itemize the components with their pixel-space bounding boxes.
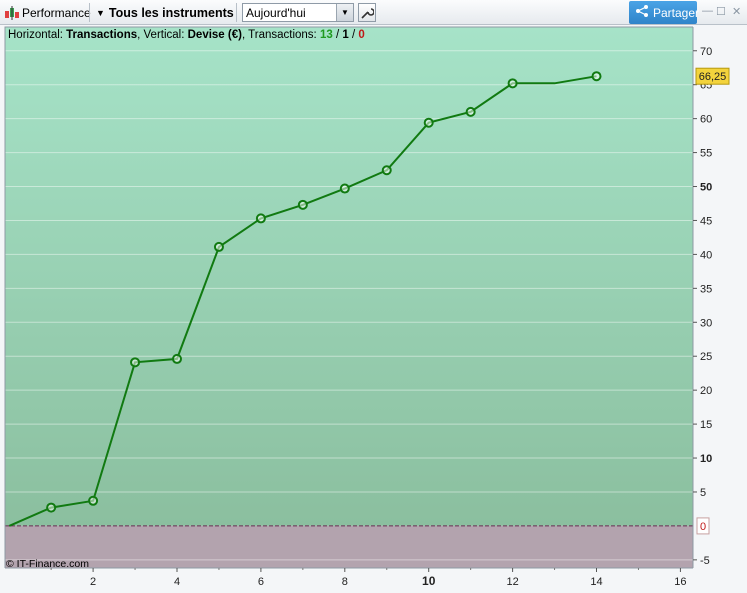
data-point — [130, 357, 141, 368]
header-vertical-value: Devise (€) — [188, 29, 243, 41]
y-tick-label: -5 — [700, 555, 710, 567]
data-point — [297, 199, 308, 210]
minimize-icon[interactable]: — — [702, 5, 713, 17]
share-icon — [635, 4, 649, 21]
period-select[interactable]: Aujourd'hui ▼ — [242, 3, 354, 22]
x-tick-label: 8 — [342, 576, 348, 588]
toolbar: Performance ▼ Tous les instruments Aujou… — [0, 0, 747, 25]
y-tick-label: 35 — [700, 283, 712, 295]
data-point — [213, 241, 224, 252]
header-slash: / — [349, 29, 359, 41]
instruments-dropdown[interactable]: ▼ Tous les instruments — [96, 0, 234, 25]
y-tick-label: 5 — [700, 487, 706, 499]
data-point — [172, 353, 182, 364]
performance-chart-icon — [4, 0, 20, 25]
data-point — [591, 71, 602, 82]
performance-chart: -55101520253035404550556065702 4 6 8 10 12 14 1… — [0, 25, 747, 593]
share-button[interactable]: Partager — [629, 1, 700, 24]
settings-wrench-button[interactable] — [358, 3, 376, 22]
x-tick-label: 6 — [258, 576, 264, 588]
x-tick-label: 4 — [174, 576, 180, 588]
chevron-down-icon[interactable]: ▼ — [336, 4, 353, 21]
header-slash: / — [333, 29, 343, 41]
header-transactions-losses: 0 — [358, 29, 364, 41]
y-tick-label: 20 — [700, 385, 712, 397]
y-tick-label: 50 — [700, 182, 712, 194]
data-point — [507, 78, 518, 89]
copyright-label: © IT-Finance.com — [6, 558, 89, 570]
y-tick-label: 25 — [700, 351, 712, 363]
chart-header: Horizontal: Transactions, Vertical: Devi… — [8, 29, 365, 41]
header-transactions-prefix: , Transactions: — [242, 29, 320, 41]
toolbar-divider — [89, 3, 90, 22]
x-tick-label: 2 — [90, 576, 96, 588]
header-transactions-total: 13 — [320, 29, 333, 41]
share-label: Partager — [653, 5, 700, 20]
y-tick-label: 10 — [700, 453, 712, 465]
negative-region — [5, 525, 693, 568]
data-point — [88, 495, 99, 506]
y-tick-label: 60 — [700, 114, 712, 126]
data-point — [339, 183, 350, 194]
y-tick-label: 30 — [700, 317, 712, 329]
data-point — [46, 502, 57, 513]
y-tick-label: 70 — [700, 46, 712, 58]
header-horizontal-value: Transactions — [66, 29, 137, 41]
x-tick-label: 12 — [506, 576, 518, 588]
data-point — [423, 117, 434, 128]
y-tick-label: 45 — [700, 215, 712, 227]
x-tick-label: 14 — [590, 576, 602, 588]
header-horizontal-prefix: Horizontal: — [8, 29, 66, 41]
toolbar-divider — [236, 3, 237, 22]
y-tick-label: 15 — [700, 419, 712, 431]
header-vertical-prefix: , Vertical: — [137, 29, 188, 41]
y-tick-label: 40 — [700, 249, 712, 261]
wrench-icon — [361, 7, 374, 19]
data-point — [381, 165, 392, 176]
instruments-label: Tous les instruments — [108, 5, 234, 20]
data-point — [465, 106, 476, 117]
y-tick-label: 55 — [700, 148, 712, 160]
close-icon[interactable]: ✕ — [732, 5, 741, 18]
zero-badge-label: 0 — [700, 521, 706, 533]
caret-down-icon: ▼ — [96, 7, 105, 18]
data-point — [255, 213, 266, 224]
y-axis-panel — [693, 25, 747, 593]
period-value: Aujourd'hui — [246, 6, 306, 20]
last-value-label: 66,25 — [699, 71, 727, 83]
x-tick-label: 16 — [674, 576, 686, 588]
x-tick-label: 10 — [422, 574, 436, 588]
maximize-icon[interactable]: ☐ — [716, 5, 726, 18]
app-title: Performance — [22, 5, 91, 20]
